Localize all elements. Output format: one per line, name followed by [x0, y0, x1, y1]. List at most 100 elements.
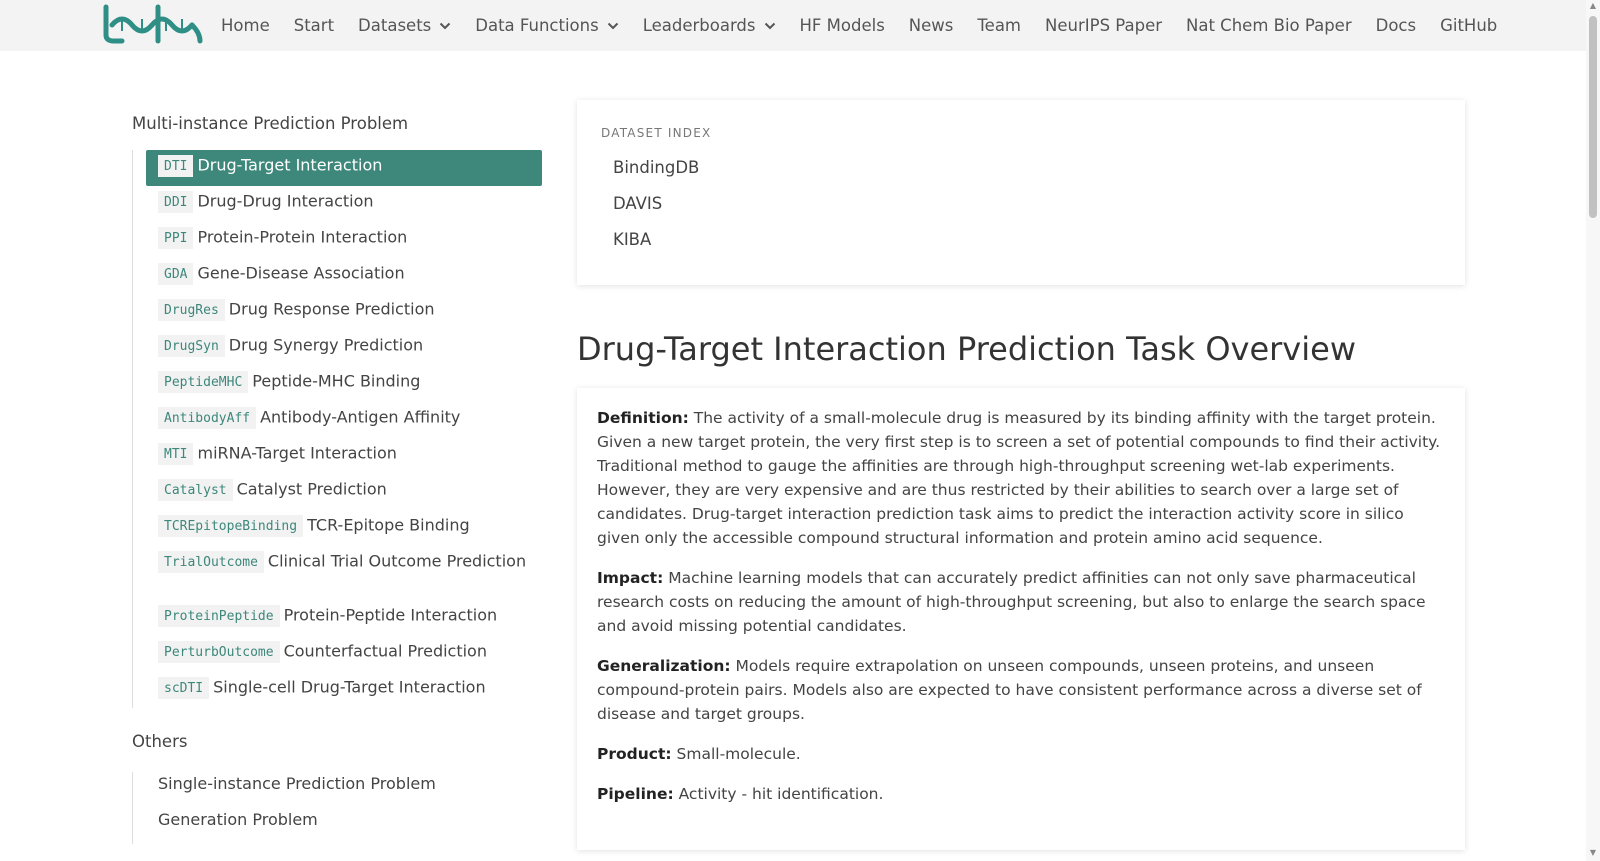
- nav-item-label: Nat Chem Bio Paper: [1186, 16, 1352, 35]
- nav-item-news[interactable]: News: [909, 16, 954, 35]
- dataset-index-item[interactable]: DAVIS: [613, 194, 699, 230]
- task-code-badge: TCREpitopeBinding: [158, 515, 304, 537]
- task-code-badge: scDTI: [158, 677, 210, 699]
- task-code-badge: GDA: [158, 263, 194, 285]
- sidebar-item-label: miRNA-Target Interaction: [197, 443, 397, 463]
- nav-item-leaderboards[interactable]: Leaderboards: [643, 16, 776, 35]
- sidebar-item-peptidemhc[interactable]: PeptideMHC Peptide-MHC Binding: [146, 366, 542, 402]
- overview-term: Generalization:: [597, 657, 731, 675]
- task-code-badge: TrialOutcome: [158, 551, 264, 573]
- sidebar-item-label: Gene-Disease Association: [197, 263, 405, 283]
- sidebar-item-label: Clinical Trial Outcome Prediction: [267, 551, 527, 571]
- sidebar-item-scdti[interactable]: scDTI Single-cell Drug-Target Interaction: [146, 672, 542, 708]
- task-overview-card: Definition: The activity of a small-mole…: [577, 388, 1465, 850]
- nav-item-label: HF Models: [799, 16, 885, 35]
- dataset-index-item[interactable]: KIBA: [613, 230, 699, 266]
- overview-text: Machine learning models that can accurat…: [597, 569, 1426, 635]
- top-navbar: Home Start Datasets Data Functions Leaderboa…: [0, 0, 1586, 51]
- nav-item-hf-models[interactable]: HF Models: [800, 16, 885, 35]
- sidebar-item-label: TCR-Epitope Binding: [307, 515, 470, 535]
- scroll-up-arrow-icon[interactable]: ▲: [1589, 2, 1597, 10]
- scroll-down-arrow-icon[interactable]: ▼: [1589, 849, 1597, 857]
- nav-item-label: NeurIPS Paper: [1045, 16, 1163, 35]
- nav-item-datasets[interactable]: Datasets: [358, 16, 451, 35]
- chevron-down-icon: [607, 22, 618, 29]
- sidebar-others-heading: Others: [132, 732, 188, 751]
- overview-text: Activity - hit identification.: [678, 785, 884, 803]
- sidebar-item-tcrepitopebinding[interactable]: TCREpitopeBinding TCR-Epitope Binding: [146, 510, 542, 546]
- overview-term: Impact:: [597, 569, 664, 587]
- nav-item-github[interactable]: GitHub: [1440, 16, 1497, 35]
- sidebar-item-perturboutcome[interactable]: PerturbOutcome Counterfactual Prediction: [146, 636, 542, 672]
- sidebar-item-drugsyn[interactable]: DrugSyn Drug Synergy Prediction: [146, 330, 542, 366]
- task-code-badge: Catalyst: [158, 479, 233, 501]
- sidebar: Multi-instance Prediction Problem DTI Dru…: [132, 110, 542, 844]
- sidebar-item-label: Counterfactual Prediction: [283, 641, 487, 661]
- overview-section: Impact: Machine learning models that can…: [597, 566, 1445, 638]
- sidebar-item-label: Drug Synergy Prediction: [228, 335, 424, 355]
- sidebar-item-gda[interactable]: GDA Gene-Disease Association: [146, 258, 542, 294]
- overview-section: Product: Small-molecule.: [597, 742, 1445, 766]
- tdc-logo-icon[interactable]: [102, 3, 204, 45]
- overview-text: The activity of a small-molecule drug is…: [597, 409, 1441, 547]
- nav-item-start[interactable]: Start: [294, 16, 334, 35]
- sidebar-item-label: Drug Response Prediction: [228, 299, 435, 319]
- sidebar-item-ppi[interactable]: PPI Protein-Protein Interaction: [146, 222, 542, 258]
- overview-section: Definition: The activity of a small-mole…: [597, 406, 1445, 550]
- sidebar-task-list: DTI Drug-Target Interaction DDI Drug-Drug I…: [132, 150, 542, 708]
- nav-item-label: GitHub: [1440, 16, 1498, 35]
- nav-item-label: Start: [293, 16, 335, 35]
- nav-item-label: Leaderboards: [642, 16, 756, 35]
- page-scrollbar[interactable]: ▲ ▼: [1586, 0, 1600, 861]
- dataset-index-item[interactable]: BindingDB: [613, 158, 699, 194]
- nav-item-nat-chem-bio-paper[interactable]: Nat Chem Bio Paper: [1186, 16, 1352, 35]
- nav-item-label: Team: [977, 16, 1022, 35]
- sidebar-others-list: Single-instance Prediction Problem Genera…: [132, 772, 542, 844]
- overview-term: Pipeline:: [597, 785, 674, 803]
- nav-item-home[interactable]: Home: [221, 16, 270, 35]
- sidebar-item-label: Single-cell Drug-Target Interaction: [213, 677, 486, 697]
- task-code-badge: ProteinPeptide: [158, 605, 280, 627]
- sidebar-item-mti[interactable]: MTI miRNA-Target Interaction: [146, 438, 542, 474]
- task-code-badge: AntibodyAff: [158, 407, 257, 429]
- sidebar-item-label: Antibody-Antigen Affinity: [260, 407, 461, 427]
- sidebar-item-drugres[interactable]: DrugRes Drug Response Prediction: [146, 294, 542, 330]
- chevron-down-icon: [764, 22, 775, 29]
- task-code-badge: PPI: [158, 227, 194, 249]
- sidebar-other-item[interactable]: Generation Problem: [158, 808, 542, 844]
- sidebar-item-label: Protein-Peptide Interaction: [283, 605, 498, 625]
- nav-item-label: Home: [221, 16, 270, 35]
- scrollbar-thumb[interactable]: [1589, 16, 1597, 218]
- overview-section: Generalization: Models require extrapola…: [597, 654, 1445, 726]
- nav-item-neurips-paper[interactable]: NeurIPS Paper: [1045, 16, 1162, 35]
- sidebar-item-label: Catalyst Prediction: [236, 479, 387, 499]
- nav-menu: Home Start Datasets Data Functions Leaderboa…: [221, 0, 1521, 51]
- nav-item-label: Data Functions: [475, 16, 599, 35]
- nav-item-data-functions[interactable]: Data Functions: [475, 16, 618, 35]
- sidebar-heading: Multi-instance Prediction Problem: [132, 114, 409, 133]
- sidebar-item-ddi[interactable]: DDI Drug-Drug Interaction: [146, 186, 542, 222]
- task-code-badge: DrugSyn: [158, 335, 225, 357]
- task-code-badge: PerturbOutcome: [158, 641, 280, 663]
- sidebar-other-item[interactable]: Single-instance Prediction Problem: [158, 772, 542, 808]
- dataset-index-label: DATASET INDEX: [601, 126, 712, 140]
- sidebar-item-antibodyaff[interactable]: AntibodyAff Antibody-Antigen Affinity: [146, 402, 542, 438]
- chevron-down-icon: [440, 22, 451, 29]
- overview-text: Small-molecule.: [676, 745, 801, 763]
- sidebar-item-label: Peptide-MHC Binding: [252, 371, 421, 391]
- sidebar-item-proteinpeptide[interactable]: ProteinPeptide Protein-Peptide Interactio…: [146, 600, 542, 636]
- sidebar-item-label: Drug-Drug Interaction: [197, 191, 374, 211]
- nav-item-team[interactable]: Team: [977, 16, 1021, 35]
- overview-term: Product:: [597, 745, 672, 763]
- sidebar-item-label: Drug-Target Interaction: [197, 155, 383, 175]
- sidebar-item-dti[interactable]: DTI Drug-Target Interaction: [146, 150, 542, 186]
- nav-item-label: Docs: [1375, 16, 1417, 35]
- dataset-index-card: DATASET INDEX BindingDB DAVIS KIBA: [577, 100, 1465, 285]
- task-code-badge: DDI: [158, 191, 194, 213]
- nav-item-label: Datasets: [358, 16, 432, 35]
- task-code-badge: DrugRes: [158, 299, 225, 321]
- task-code-badge: MTI: [158, 443, 194, 465]
- sidebar-item-trialoutcome[interactable]: TrialOutcome Clinical Trial Outcome Predi…: [146, 546, 542, 600]
- nav-item-docs[interactable]: Docs: [1376, 16, 1416, 35]
- sidebar-item-catalyst[interactable]: Catalyst Catalyst Prediction: [146, 474, 542, 510]
